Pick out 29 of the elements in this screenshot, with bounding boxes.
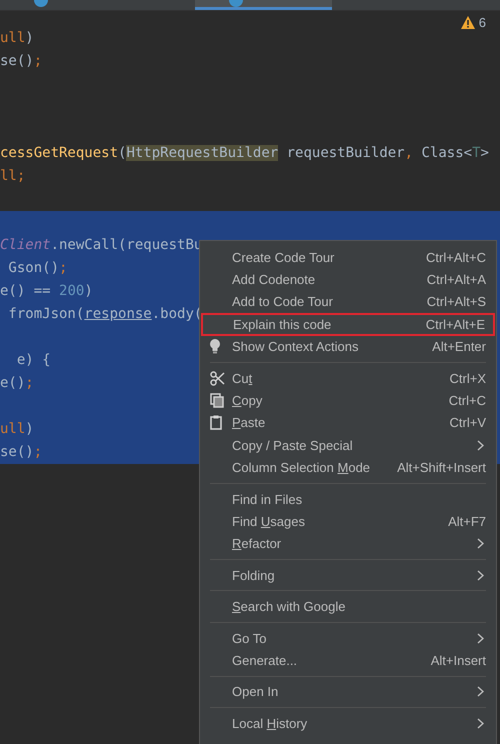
code-line: ull): [0, 29, 35, 48]
editor-tab[interactable]: [195, 0, 332, 10]
menu-item[interactable]: Local History: [200, 712, 496, 734]
file-icon: [34, 0, 48, 8]
copy-icon: [210, 393, 224, 408]
menu-item[interactable]: Folding: [200, 564, 496, 586]
chevron-right-icon: [477, 686, 484, 698]
chevron-right-icon: [477, 538, 484, 550]
menu-item[interactable]: Find Usages Alt+F7: [200, 510, 496, 533]
code-line: ll;: [0, 167, 26, 186]
chevron-right-icon: [477, 632, 484, 644]
code-line: cessGetRequest(HttpRequestBuilder requestBuilder, Class<T>: [0, 144, 490, 163]
chevron-right-icon: [477, 570, 484, 581]
warning-icon[interactable]: [460, 16, 475, 29]
file-icon: [229, 0, 243, 8]
chevron-right-icon: [477, 718, 484, 729]
clipboard-icon: [210, 415, 222, 430]
menu-item[interactable]: Generate... Alt+Insert: [200, 649, 496, 672]
warning-count: 6: [478, 15, 486, 30]
lightbulb-icon: [210, 339, 220, 354]
menu-item[interactable]: Search with Google: [200, 595, 496, 618]
menu-item[interactable]: Find in Files: [200, 488, 496, 510]
chevron-right-icon: [477, 440, 484, 451]
menu-item[interactable]: Explain this code Ctrl+Alt+E: [201, 313, 495, 336]
code-line: se();: [0, 52, 44, 71]
scissors-icon: [210, 370, 225, 386]
menu-item[interactable]: Open In: [200, 680, 496, 704]
menu-item[interactable]: Refactor: [200, 532, 496, 556]
menu-item[interactable]: Go To: [200, 626, 496, 650]
